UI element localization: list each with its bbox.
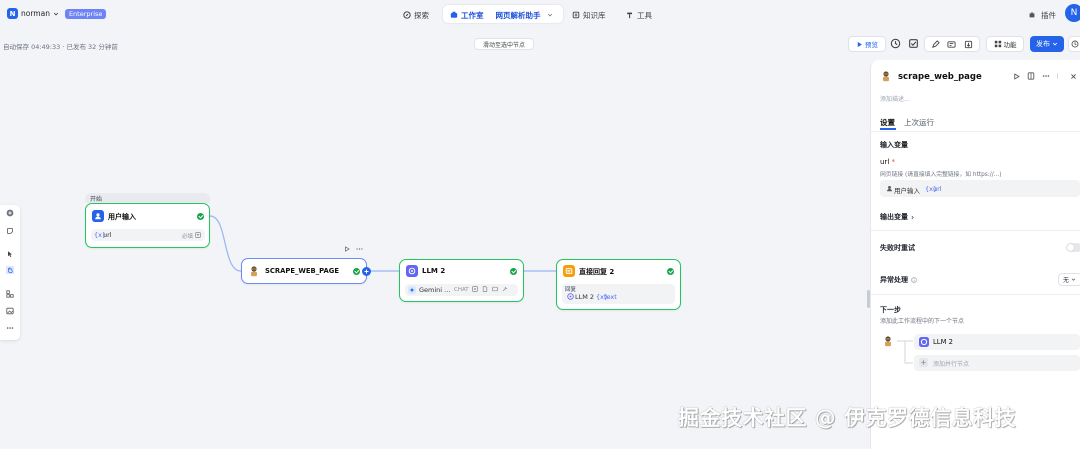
export-tools-group [924, 36, 980, 52]
tool-call-icon [502, 286, 508, 292]
next-step-connector [897, 340, 913, 364]
user-input-icon [92, 210, 104, 222]
panel-title[interactable]: scrape_web_page [898, 72, 982, 82]
llm-icon [919, 337, 929, 347]
llm-model-name: Gemini ... [419, 286, 451, 294]
more-icon[interactable] [1042, 72, 1050, 80]
run-node-icon[interactable] [344, 246, 350, 252]
node-scrape-title: SCRAPE_WEB_PAGE [265, 267, 339, 275]
node-start[interactable] [85, 203, 210, 248]
field-url-label: url * [880, 158, 895, 166]
answer-ref-node: LLM 2 [575, 293, 595, 301]
llm-capability-icons [472, 286, 508, 292]
help-doc-icon[interactable] [1027, 72, 1035, 80]
field-url-var: url [933, 185, 942, 193]
grid-icon [994, 40, 1001, 48]
description-input[interactable]: 添加描述... [880, 94, 910, 103]
next-step-heading: 下一步 [880, 306, 901, 314]
input-vars-heading: 输入变量 [880, 141, 908, 149]
document-icon [482, 286, 488, 292]
error-handling-row: 异常处理 [880, 275, 917, 285]
publish-button[interactable]: 发布 [1030, 36, 1064, 52]
start-group-label: 开始 [90, 196, 103, 203]
edge-start-to-scrape [209, 215, 242, 272]
import-icon[interactable] [964, 40, 973, 49]
user-input-icon [887, 186, 892, 192]
embed-icon[interactable] [947, 40, 957, 49]
node-scrape-actions [344, 246, 364, 252]
success-check-icon [510, 268, 517, 275]
success-check-icon [197, 213, 204, 220]
chevron-down-icon [1052, 42, 1058, 46]
answer-content-label: 回复 [565, 287, 577, 293]
success-check-icon [667, 268, 674, 275]
tab-divider [871, 131, 1080, 132]
edit-icon[interactable] [931, 39, 940, 49]
features-button[interactable]: 功能 [986, 36, 1024, 52]
watermark-text: 掘金技术社区 @ 伊克罗德信息科技 [678, 406, 1017, 430]
tab-last-run[interactable]: 上次运行 [904, 117, 934, 128]
section-divider [871, 294, 1080, 295]
field-url-name: url [880, 158, 890, 166]
tab-settings[interactable]: 设置 [880, 117, 895, 128]
panel-actions [1013, 72, 1077, 80]
nav-plugins[interactable]: 插件 [1028, 8, 1056, 22]
required-tag: 必填 [182, 234, 194, 240]
chevron-down-icon [1071, 278, 1076, 281]
answer-icon [563, 265, 575, 277]
node-llm-title: LLM 2 [422, 267, 446, 275]
nav-plugins-label: 插件 [1041, 10, 1056, 20]
user-avatar[interactable]: N [1065, 4, 1080, 22]
answer-ref-var: text [604, 293, 617, 301]
field-url-help: 网页链接 (请直接填入完整链接，如 https://...) [880, 172, 1002, 178]
node-settings-panel [870, 60, 1080, 449]
llm-icon [406, 265, 418, 277]
start-group-header [85, 193, 210, 203]
add-parallel-node-label: 添加并行节点 [933, 361, 970, 368]
tool-avatar-icon [880, 70, 892, 82]
chevron-right-icon [911, 215, 914, 219]
node-answer-title: 直接回复 2 [579, 268, 615, 276]
publish-label: 发布 [1036, 40, 1050, 48]
node-start-title: 用户输入 [108, 213, 136, 221]
features-label: 功能 [1003, 41, 1017, 49]
more-icon[interactable] [355, 246, 364, 252]
gemini-icon [408, 286, 416, 294]
version-history-button[interactable] [1068, 36, 1080, 52]
error-handling-label: 异常处理 [880, 276, 908, 284]
llm-ref-icon [567, 293, 574, 300]
clock-icon [1071, 40, 1079, 48]
output-vars-heading: 输出变量 [880, 213, 908, 221]
video-icon [492, 286, 498, 292]
tool-avatar-icon [248, 265, 260, 277]
llm-mode-tag: CHAT [454, 287, 469, 293]
field-url-source: 用户输入 [894, 187, 920, 195]
success-check-icon [353, 268, 360, 275]
tool-avatar-icon [882, 335, 894, 347]
error-handling-select[interactable]: 无 [1058, 273, 1080, 286]
checklist-icon[interactable] [908, 38, 920, 50]
plugin-icon [1029, 12, 1035, 18]
add-next-node-icon[interactable] [362, 267, 371, 276]
active-tab-indicator [880, 128, 896, 130]
output-vars-toggle[interactable]: 输出变量 [880, 212, 915, 222]
required-mark: * [891, 158, 896, 166]
vision-icon [472, 286, 478, 292]
variable-name: url [103, 231, 112, 239]
error-handling-value: 无 [1063, 277, 1070, 284]
next-step-description: 添加此工作流程中的下一个节点 [880, 318, 965, 325]
info-icon[interactable] [911, 277, 917, 283]
retry-toggle-knob [1067, 244, 1074, 251]
text-field-icon [195, 232, 201, 238]
plus-icon [919, 358, 928, 367]
history-icon[interactable] [890, 38, 902, 50]
section-divider [871, 230, 1080, 231]
next-node-llm-label: LLM 2 [933, 338, 953, 346]
close-icon[interactable] [1070, 73, 1077, 80]
run-node-icon[interactable] [1013, 72, 1020, 80]
retry-label: 失败时重试 [880, 244, 915, 252]
